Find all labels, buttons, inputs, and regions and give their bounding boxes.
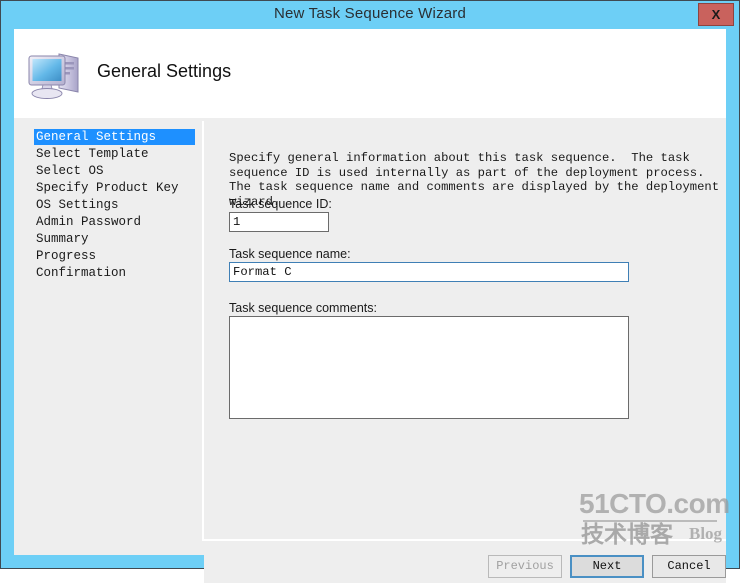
task-sequence-id-label: Task sequence ID: [229, 197, 332, 211]
previous-button[interactable]: Previous [488, 555, 562, 578]
wizard-header: General Settings [14, 29, 726, 118]
computer-icon [28, 53, 79, 99]
sidebar-item-progress[interactable]: Progress [34, 248, 98, 264]
sidebar-item-select-template[interactable]: Select Template [34, 146, 151, 162]
wizard-footer: Previous Next Cancel [204, 541, 726, 583]
cancel-button[interactable]: Cancel [652, 555, 726, 578]
task-sequence-name-input[interactable] [229, 262, 629, 282]
window-title: New Task Sequence Wizard [273, 5, 467, 22]
sidebar-item-os-settings[interactable]: OS Settings [34, 197, 121, 213]
sidebar-item-confirmation[interactable]: Confirmation [34, 265, 128, 281]
wizard-panel: General Settings General Settings Select… [14, 29, 726, 583]
task-sequence-comments-input[interactable] [229, 316, 629, 419]
page-title: General Settings [97, 61, 232, 81]
close-icon[interactable]: X [698, 3, 734, 26]
wizard-window: New Task Sequence Wizard X General Setti… [0, 0, 740, 583]
task-sequence-comments-label: Task sequence comments: [229, 301, 377, 315]
sidebar-item-specify-product-key[interactable]: Specify Product Key [34, 180, 181, 196]
sidebar-item-admin-password[interactable]: Admin Password [34, 214, 143, 230]
sidebar-item-select-os[interactable]: Select OS [34, 163, 106, 179]
task-sequence-id-input[interactable] [229, 212, 329, 232]
next-button[interactable]: Next [570, 555, 644, 578]
title-bar: New Task Sequence Wizard X [1, 1, 739, 29]
task-sequence-name-label: Task sequence name: [229, 247, 351, 261]
wizard-content: Specify general information about this t… [204, 118, 726, 510]
wizard-step-nav: General Settings Select Template Select … [14, 118, 202, 555]
sidebar-item-summary[interactable]: Summary [34, 231, 91, 247]
sidebar-item-general-settings[interactable]: General Settings [34, 129, 195, 145]
